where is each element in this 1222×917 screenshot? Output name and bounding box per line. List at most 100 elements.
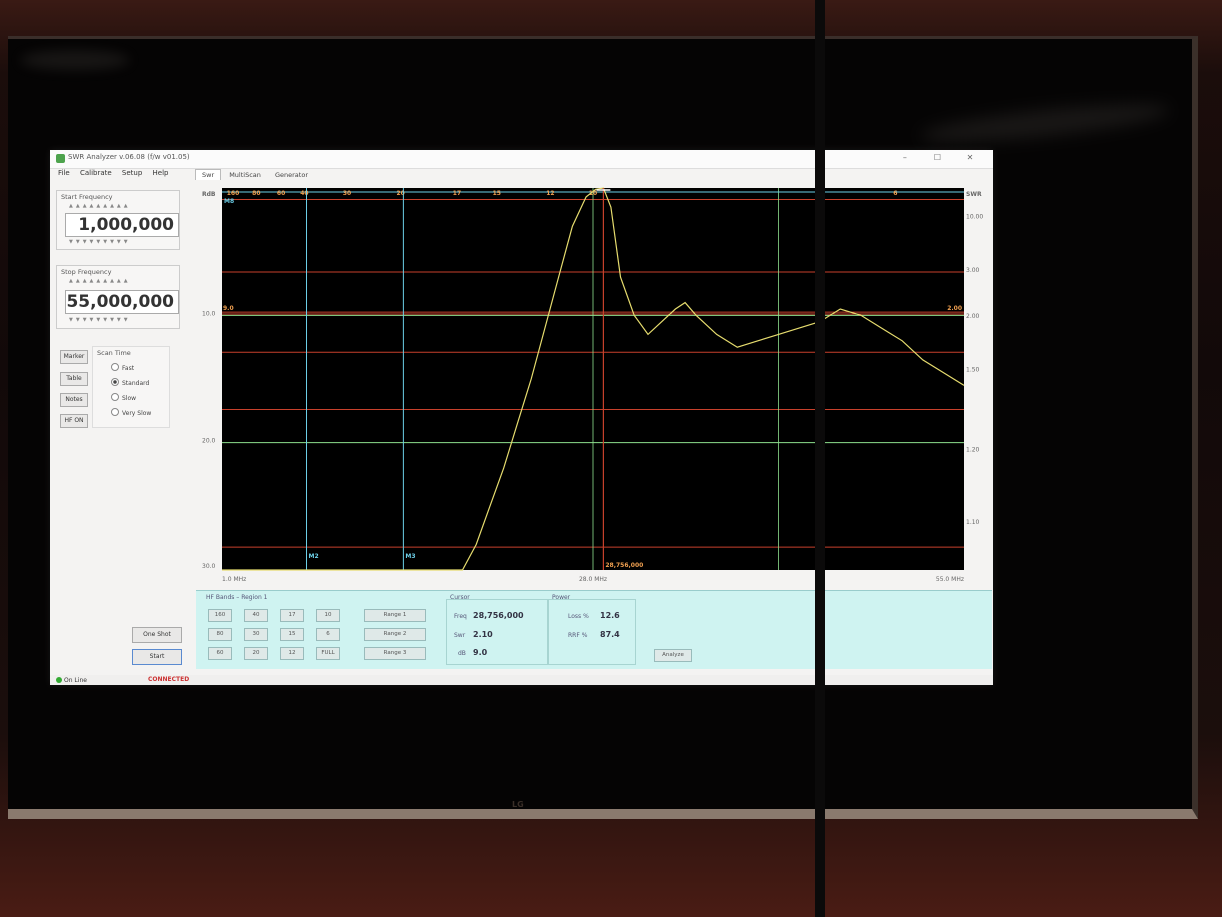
status-bar: On Line CONNECTED bbox=[50, 675, 993, 685]
swr-chart[interactable]: 160 80 60 40 30 20 17 15 12 10 6 M2 M3 M8 28,756,000… bbox=[196, 182, 992, 590]
threshold-label-left: 9.0 bbox=[223, 305, 234, 312]
tab-multiscan[interactable]: MultiScan bbox=[223, 170, 267, 180]
right-axis-title: SWR bbox=[966, 191, 982, 198]
hf-on-button[interactable]: HF ON bbox=[60, 414, 88, 428]
right-tick-label: 1.10 bbox=[966, 519, 980, 526]
band-button[interactable]: 17 bbox=[280, 609, 304, 622]
swr-value: 2.10 bbox=[473, 630, 493, 639]
band-button[interactable]: 30 bbox=[244, 628, 268, 641]
menu-setup[interactable]: Setup bbox=[122, 169, 142, 177]
connection-status: CONNECTED bbox=[148, 676, 190, 683]
close-button[interactable]: ✕ bbox=[955, 153, 985, 162]
band-button[interactable]: 15 bbox=[280, 628, 304, 641]
window-controls: – ☐ ✕ bbox=[890, 153, 985, 162]
scan-time-group: Scan Time Fast Standard Slow Very Slow bbox=[92, 346, 170, 428]
monitor-brand-logo: LG bbox=[512, 800, 524, 809]
screen-reflection bbox=[20, 50, 130, 70]
band-button[interactable]: 6 bbox=[316, 628, 340, 641]
loss-value: 12.6 bbox=[600, 611, 620, 620]
freq-label: Freq bbox=[454, 613, 467, 620]
stop-frequency-group: Stop Frequency ▲▲▲▲▲▲▲▲▲ 55,000,000 ▼▼▼▼… bbox=[56, 265, 180, 329]
right-tick-label: 1.20 bbox=[966, 447, 980, 454]
tab-strip: Swr MultiScan Generator bbox=[195, 169, 314, 181]
hf-bands-title: HF Bands – Region 1 bbox=[206, 594, 268, 601]
swr-chart-svg[interactable]: 160 80 60 40 30 20 17 15 12 10 6 M2 M3M8 28,756,000… bbox=[196, 182, 992, 590]
tab-generator[interactable]: Generator bbox=[269, 170, 314, 180]
band-button[interactable]: 60 bbox=[208, 647, 232, 660]
band-button[interactable]: Range 1 bbox=[364, 609, 426, 622]
scan-standard-radio[interactable]: Standard bbox=[111, 378, 149, 387]
cursor-frequency-label: 28,756,000 bbox=[605, 562, 643, 569]
band-button[interactable]: 20 bbox=[244, 647, 268, 660]
x-tick-label: 1.0 MHz bbox=[222, 576, 246, 583]
x-tick-label: 55.0 MHz bbox=[936, 576, 964, 583]
band-label: 6 bbox=[893, 190, 897, 197]
stop-frequency-input[interactable]: 55,000,000 bbox=[65, 290, 179, 314]
left-tick-label: 30.0 bbox=[202, 563, 216, 570]
left-tick-label: 10.0 bbox=[202, 310, 216, 317]
scan-very-slow-radio[interactable]: Very Slow bbox=[111, 408, 151, 417]
scan-slow-radio[interactable]: Slow bbox=[111, 393, 136, 402]
window-title: SWR Analyzer v.06.08 (f/w v01.05) bbox=[68, 153, 190, 161]
band-label: 12 bbox=[546, 190, 554, 197]
online-status-text: On Line bbox=[64, 677, 87, 684]
decrement-arrows[interactable]: ▼▼▼▼▼▼▼▼▼ bbox=[69, 317, 131, 323]
menu-file[interactable]: File bbox=[58, 169, 70, 177]
decrement-arrows[interactable]: ▼▼▼▼▼▼▼▼▼ bbox=[69, 239, 131, 245]
threshold-label-right: 2.00 bbox=[947, 305, 962, 312]
marker-label: M3 bbox=[405, 553, 415, 560]
band-button[interactable]: 40 bbox=[244, 609, 268, 622]
marker-button[interactable]: Marker bbox=[60, 350, 88, 364]
band-button[interactable]: Range 2 bbox=[364, 628, 426, 641]
right-tick-label: 10.00 bbox=[966, 214, 983, 221]
band-label: 80 bbox=[252, 190, 260, 197]
minimize-button[interactable]: – bbox=[890, 153, 920, 162]
table-button[interactable]: Table bbox=[60, 372, 88, 386]
scan-fast-radio[interactable]: Fast bbox=[111, 363, 134, 372]
right-tick-label: 3.00 bbox=[966, 267, 980, 274]
control-panel: HF Bands – Region 1 160 40 17 10 Range 1 80 30… bbox=[196, 590, 992, 669]
rrf-value: 87.4 bbox=[600, 630, 620, 639]
left-axis-title: RdB bbox=[202, 191, 216, 198]
band-label: 15 bbox=[493, 190, 501, 197]
menu-calibrate[interactable]: Calibrate bbox=[80, 169, 112, 177]
tab-swr[interactable]: Swr bbox=[195, 169, 222, 180]
start-frequency-label: Start Frequency bbox=[61, 193, 113, 201]
band-label: 30 bbox=[343, 190, 351, 197]
band-label: 40 bbox=[300, 190, 308, 197]
band-label: 160 bbox=[227, 190, 240, 197]
band-button[interactable]: 160 bbox=[208, 609, 232, 622]
top-marker-label: M8 bbox=[224, 198, 234, 205]
band-button[interactable]: Range 3 bbox=[364, 647, 426, 660]
right-tick-label: 2.00 bbox=[966, 313, 980, 320]
menu-help[interactable]: Help bbox=[153, 169, 169, 177]
scan-time-label: Scan Time bbox=[97, 349, 131, 357]
rrf-label: RRF % bbox=[568, 632, 588, 639]
band-label: 60 bbox=[277, 190, 285, 197]
app-window: SWR Analyzer v.06.08 (f/w v01.05) – ☐ ✕ … bbox=[50, 150, 993, 685]
cursor-title: Cursor bbox=[450, 594, 470, 601]
band-button[interactable]: 10 bbox=[316, 609, 340, 622]
increment-arrows[interactable]: ▲▲▲▲▲▲▲▲▲ bbox=[69, 278, 131, 284]
analyze-button[interactable]: Analyze bbox=[654, 649, 692, 662]
band-button[interactable]: FULL bbox=[316, 647, 340, 660]
freq-value: 28,756,000 bbox=[473, 611, 524, 620]
increment-arrows[interactable]: ▲▲▲▲▲▲▲▲▲ bbox=[69, 203, 131, 209]
notes-button[interactable]: Notes bbox=[60, 393, 88, 407]
online-status-icon bbox=[56, 677, 62, 683]
right-tick-label: 1.50 bbox=[966, 366, 980, 373]
db-label: dB bbox=[458, 650, 466, 657]
band-button[interactable]: 80 bbox=[208, 628, 232, 641]
start-frequency-input[interactable]: 1,000,000 bbox=[65, 213, 179, 237]
db-value: 9.0 bbox=[473, 648, 488, 657]
power-group bbox=[548, 599, 636, 665]
loss-label: Loss % bbox=[568, 613, 589, 620]
start-button[interactable]: Start bbox=[132, 649, 182, 665]
title-bar: SWR Analyzer v.06.08 (f/w v01.05) – ☐ ✕ bbox=[50, 150, 993, 169]
power-title: Power bbox=[552, 594, 571, 601]
band-button[interactable]: 12 bbox=[280, 647, 304, 660]
left-tick-label: 20.0 bbox=[202, 438, 216, 445]
maximize-button[interactable]: ☐ bbox=[922, 153, 952, 162]
one-shot-button[interactable]: One Shot bbox=[132, 627, 182, 643]
stop-frequency-label: Stop Frequency bbox=[61, 268, 112, 276]
